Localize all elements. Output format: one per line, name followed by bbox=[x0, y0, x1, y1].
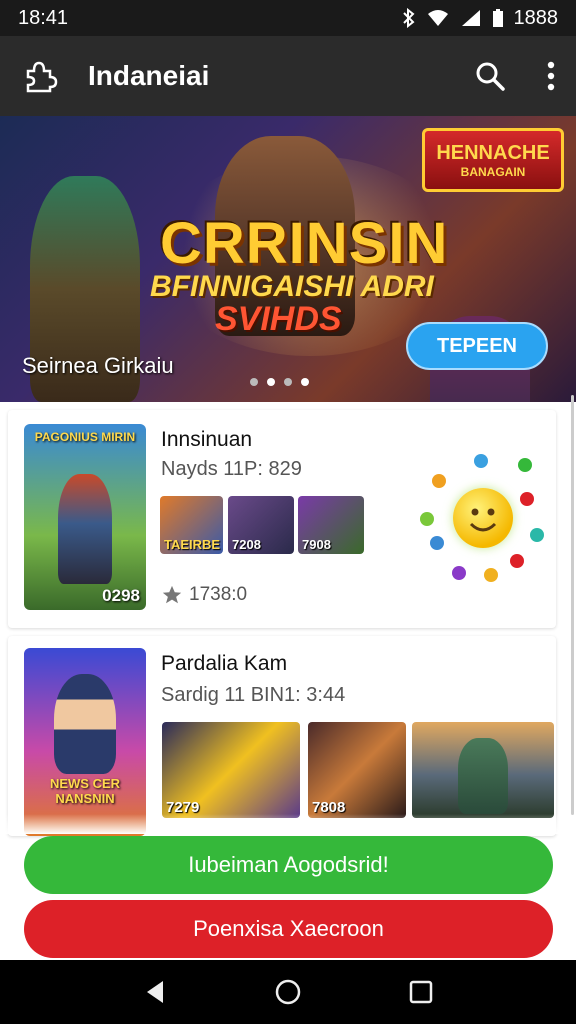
emoji-bubble bbox=[474, 454, 488, 468]
game-rating: 1738:0 bbox=[161, 584, 247, 606]
game-thumbnail[interactable]: PAGONIUS MIRIN 0298 bbox=[24, 424, 146, 610]
carousel-dot[interactable] bbox=[301, 378, 309, 386]
battery-icon bbox=[492, 9, 503, 27]
app-title: Indaneiai bbox=[88, 60, 210, 91]
wifi-icon bbox=[427, 10, 448, 26]
star-icon bbox=[162, 585, 182, 604]
thumbnail-character bbox=[54, 674, 116, 774]
home-icon[interactable] bbox=[274, 978, 302, 1006]
hero-badge-line1: HENNACHE bbox=[436, 141, 550, 164]
smiley-face-icon bbox=[453, 488, 513, 548]
secondary-action-button[interactable]: Poenxisa Xaecroon bbox=[24, 900, 553, 958]
screenshot-thumbnail[interactable]: 7279 bbox=[162, 722, 300, 818]
screenshot-thumbnail[interactable] bbox=[412, 722, 554, 818]
emoji-bubble bbox=[530, 528, 544, 542]
screenshot-thumbnail[interactable]: 7808 bbox=[308, 722, 406, 818]
more-vert-icon[interactable] bbox=[546, 60, 556, 92]
screenshot-label: 7908 bbox=[302, 537, 331, 552]
back-icon[interactable] bbox=[143, 979, 167, 1005]
emoji-bubble bbox=[520, 492, 534, 506]
hero-badge-line2: BANAGAIN bbox=[460, 164, 526, 179]
game-thumbnail-badge: 0298 bbox=[102, 586, 140, 605]
battery-text: 1888 bbox=[513, 6, 559, 29]
emoji-sticker-icon bbox=[420, 450, 550, 585]
carousel-dot[interactable] bbox=[284, 378, 292, 386]
puzzle-icon[interactable] bbox=[20, 57, 58, 95]
emoji-bubble bbox=[452, 566, 466, 580]
rating-value: 1738:0 bbox=[189, 584, 248, 605]
screenshot-thumbnail[interactable]: TAEIRBE bbox=[160, 496, 223, 554]
game-thumbnail-title: NEWS CER NANSNIN bbox=[49, 776, 121, 806]
scroll-fade bbox=[0, 814, 576, 834]
hero-open-button[interactable]: TEPEEN bbox=[406, 322, 548, 370]
game-subtitle: Nayds 11P: 829 bbox=[161, 458, 302, 480]
signal-icon bbox=[461, 10, 480, 26]
screenshot-thumbnail[interactable]: 7208 bbox=[228, 496, 294, 554]
game-thumbnail[interactable]: NEWS CER NANSNIN bbox=[24, 648, 146, 836]
primary-action-button[interactable]: Iubeiman Aogodsrid! bbox=[24, 836, 553, 894]
app-bar-actions bbox=[474, 60, 556, 92]
recents-icon[interactable] bbox=[409, 980, 433, 1004]
carousel-dot-active[interactable] bbox=[267, 378, 275, 386]
status-icons: 1888 bbox=[402, 6, 559, 30]
hero-subtitle-2: SVIHDS bbox=[215, 300, 342, 338]
status-time: 18:41 bbox=[18, 6, 69, 29]
carousel-dots bbox=[250, 378, 309, 386]
hero-title: CRRINSIN bbox=[160, 211, 449, 276]
screenshot-label: 7208 bbox=[232, 537, 261, 552]
emoji-bubble bbox=[518, 458, 532, 472]
screenshot-character bbox=[458, 738, 508, 814]
game-thumbnail-title: PAGONIUS MIRIN bbox=[34, 430, 136, 444]
hero-subtitle-1: BFINNIGAISHI ADRI bbox=[150, 270, 434, 303]
app-bar: Indaneiai bbox=[0, 36, 576, 116]
emoji-bubble bbox=[420, 512, 434, 526]
game-card[interactable]: NEWS CER NANSNIN Pardalia Kam Sardig 11 … bbox=[8, 636, 556, 836]
game-title: Innsinuan bbox=[161, 428, 253, 451]
status-bar: 18:41 1888 bbox=[0, 0, 576, 36]
emoji-bubble bbox=[510, 554, 524, 568]
carousel-dot[interactable] bbox=[250, 378, 258, 386]
hero-badge: HENNACHE BANAGAIN bbox=[422, 128, 564, 192]
screenshot-label: TAEIRBE bbox=[164, 537, 221, 552]
game-title: Pardalia Kam bbox=[161, 652, 288, 675]
thumbnail-character bbox=[58, 474, 112, 584]
search-icon[interactable] bbox=[474, 60, 506, 92]
hero-caption: Seirnea Girkaiu bbox=[22, 353, 174, 378]
emoji-bubble bbox=[432, 474, 446, 488]
emoji-bubble bbox=[430, 536, 444, 550]
emoji-bubble bbox=[484, 568, 498, 582]
game-subtitle: Sardig 11 BIN1: 3:44 bbox=[161, 684, 346, 706]
bluetooth-icon bbox=[402, 8, 414, 28]
system-nav-bar bbox=[0, 960, 576, 1024]
scrollbar[interactable] bbox=[571, 395, 574, 815]
screenshot-thumbnail[interactable]: 7908 bbox=[298, 496, 364, 554]
